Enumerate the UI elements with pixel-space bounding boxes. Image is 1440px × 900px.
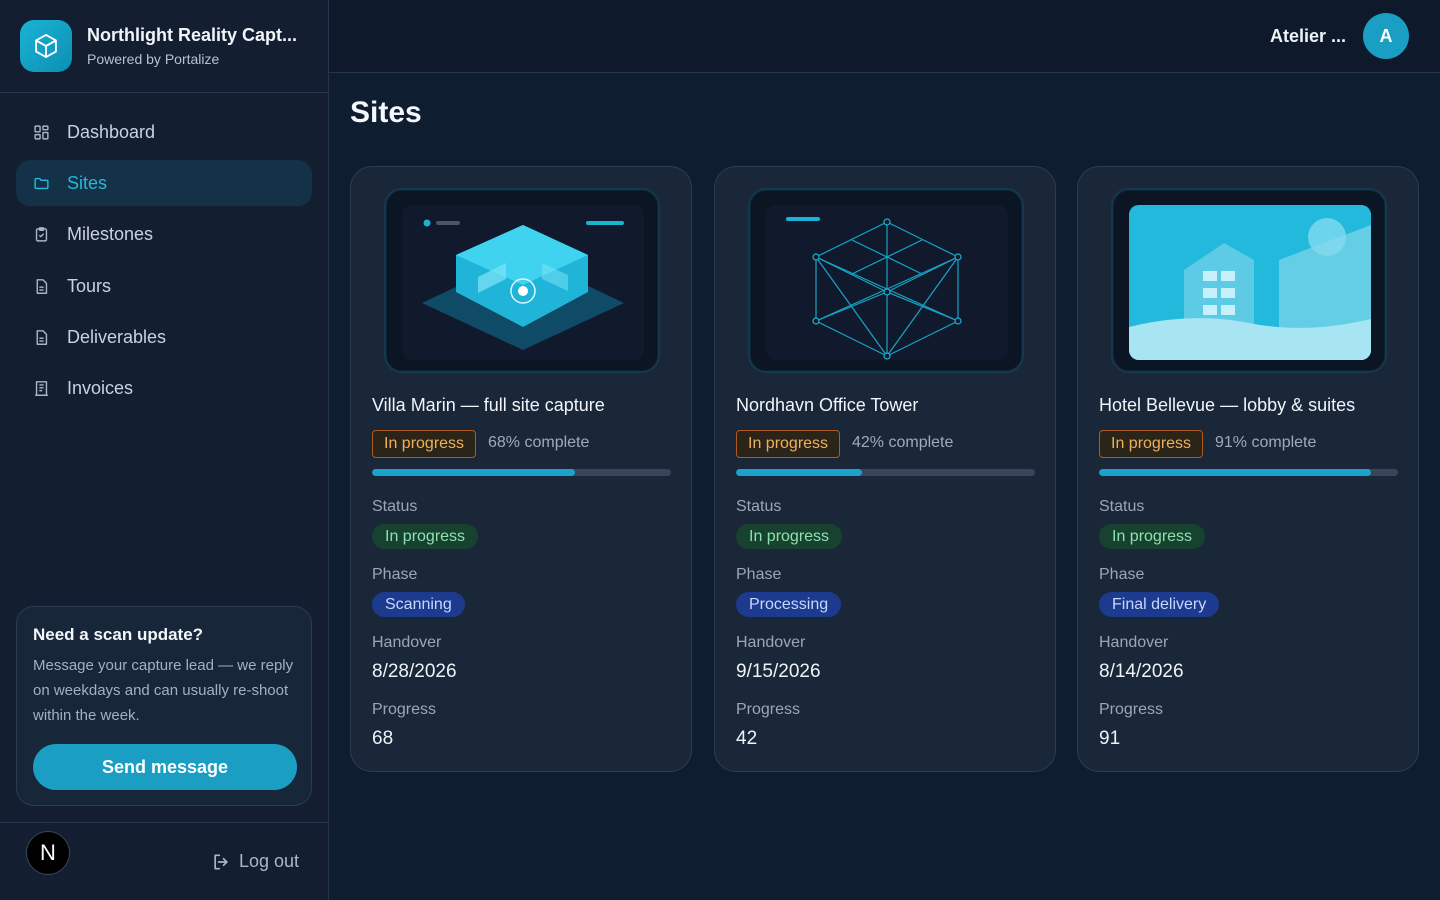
percent-complete: 68% complete bbox=[488, 434, 590, 451]
receipt-icon bbox=[32, 380, 50, 398]
send-message-button[interactable]: Send message bbox=[33, 744, 297, 790]
sidebar-footer: N Log out bbox=[0, 822, 328, 900]
wireframe-illustration-icon bbox=[766, 205, 1008, 360]
brand-name: Northlight Reality Capt... bbox=[87, 25, 298, 45]
status-label: Status bbox=[1099, 498, 1145, 515]
site-title: Nordhavn Office Tower bbox=[736, 395, 919, 415]
phase-label: Phase bbox=[736, 566, 782, 583]
progress-bar bbox=[1099, 469, 1398, 476]
sidebar-nav: Dashboard Sites Milestones Tours Deliver… bbox=[0, 93, 328, 412]
user-avatar[interactable]: A bbox=[1363, 13, 1409, 59]
sidebar-item-invoices[interactable]: Invoices bbox=[16, 366, 312, 412]
logout-label: Log out bbox=[238, 851, 299, 871]
document-icon bbox=[32, 277, 50, 295]
avatar[interactable]: N bbox=[26, 831, 70, 875]
help-card-title: Need a scan update? bbox=[33, 625, 204, 644]
status-badge: In progress bbox=[372, 524, 479, 549]
handover-label: Handover bbox=[736, 634, 806, 651]
sidebar-item-label: Invoices bbox=[67, 378, 134, 399]
progress-tag: In progress bbox=[736, 430, 841, 458]
handover-label: Handover bbox=[372, 634, 442, 651]
status-label: Status bbox=[372, 498, 418, 515]
progress-bar-fill bbox=[372, 469, 576, 476]
document-icon bbox=[32, 329, 50, 347]
sidebar-item-deliverables[interactable]: Deliverables bbox=[16, 315, 312, 361]
phase-badge: Processing bbox=[736, 592, 842, 617]
brand-header[interactable]: Northlight Reality Capt... Powered by Po… bbox=[0, 0, 328, 93]
progress-bar bbox=[372, 469, 671, 476]
site-thumbnail bbox=[384, 188, 660, 373]
percent-complete: 91% complete bbox=[1215, 434, 1317, 451]
folder-icon bbox=[32, 174, 50, 192]
sidebar-item-dashboard[interactable]: Dashboard bbox=[16, 109, 312, 155]
sidebar-item-label: Dashboard bbox=[67, 121, 156, 142]
percent-complete: 42% complete bbox=[852, 434, 954, 451]
handover-date: 8/28/2026 bbox=[372, 661, 457, 682]
handover-label: Handover bbox=[1099, 634, 1169, 651]
clipboard-icon bbox=[32, 226, 50, 244]
logout-icon bbox=[211, 852, 231, 872]
brand-subtitle: Powered by Portalize bbox=[87, 51, 220, 67]
progress-value: 68 bbox=[372, 728, 394, 749]
site-card[interactable]: Nordhavn Office Tower In progress 42% co… bbox=[714, 166, 1056, 772]
site-card[interactable]: Hotel Bellevue — lobby & suites In progr… bbox=[1077, 166, 1419, 772]
org-name[interactable]: Atelier ... bbox=[1270, 26, 1346, 47]
handover-date: 8/14/2026 bbox=[1099, 661, 1184, 682]
sidebar: Northlight Reality Capt... Powered by Po… bbox=[0, 0, 329, 900]
phase-label: Phase bbox=[1099, 566, 1145, 583]
site-thumbnail bbox=[1111, 188, 1387, 373]
progress-tag: In progress bbox=[1099, 430, 1204, 458]
phase-label: Phase bbox=[372, 566, 418, 583]
sidebar-item-label: Deliverables bbox=[67, 327, 167, 348]
site-title: Villa Marin — full site capture bbox=[372, 395, 605, 415]
sidebar-item-label: Milestones bbox=[67, 224, 154, 245]
phase-badge: Final delivery bbox=[1099, 592, 1220, 617]
dashboard-icon bbox=[32, 123, 50, 141]
3d-scan-illustration-icon bbox=[402, 205, 644, 360]
sidebar-item-milestones[interactable]: Milestones bbox=[16, 212, 312, 258]
topbar: Atelier ... A bbox=[329, 0, 1440, 73]
handover-date: 9/15/2026 bbox=[736, 661, 821, 682]
site-card[interactable]: Villa Marin — full site capture In progr… bbox=[350, 166, 692, 772]
help-card-body: Message your capture lead — we reply on … bbox=[33, 657, 294, 724]
progress-value: 91 bbox=[1099, 728, 1121, 749]
phase-badge: Scanning bbox=[372, 592, 465, 617]
sidebar-item-label: Sites bbox=[67, 172, 108, 193]
building-landscape-illustration-icon bbox=[1129, 205, 1371, 360]
progress-bar-fill bbox=[1099, 469, 1372, 476]
progress-tag: In progress bbox=[372, 430, 477, 458]
sidebar-item-label: Tours bbox=[67, 275, 112, 296]
progress-value: 42 bbox=[736, 728, 758, 749]
page-title: Sites bbox=[350, 96, 422, 129]
status-badge: In progress bbox=[736, 524, 843, 549]
status-badge: In progress bbox=[1099, 524, 1206, 549]
help-card: Need a scan update? Message your capture… bbox=[16, 606, 312, 806]
logout-button[interactable]: Log out bbox=[211, 851, 299, 872]
status-label: Status bbox=[736, 498, 782, 515]
progress-bar bbox=[736, 469, 1035, 476]
progress-label: Progress bbox=[736, 701, 801, 718]
progress-label: Progress bbox=[372, 701, 437, 718]
site-thumbnail bbox=[748, 188, 1024, 373]
site-title: Hotel Bellevue — lobby & suites bbox=[1099, 395, 1356, 415]
progress-bar-fill bbox=[736, 469, 862, 476]
sidebar-item-tours[interactable]: Tours bbox=[16, 263, 312, 309]
sidebar-item-sites[interactable]: Sites bbox=[16, 160, 312, 207]
progress-label: Progress bbox=[1099, 701, 1164, 718]
cube-icon bbox=[20, 20, 72, 72]
